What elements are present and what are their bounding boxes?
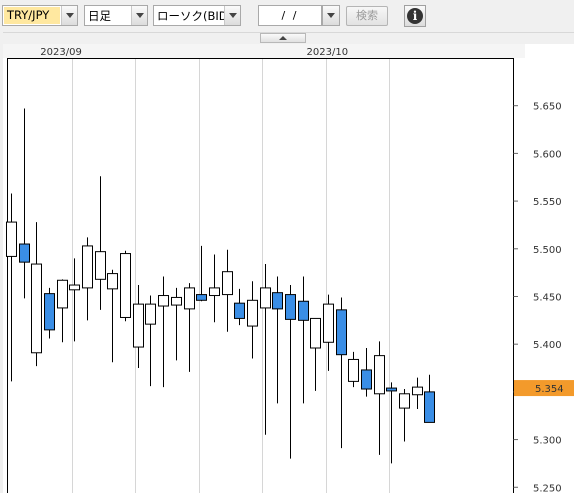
candle-body-up [95,251,106,280]
candle-body-up [412,386,423,396]
candle-body-up [348,358,359,382]
candle-body-up [69,284,80,291]
info-icon: i [407,8,423,24]
candle-body-up [222,271,233,296]
y-tick-label: 5.250 [533,483,562,493]
candle-body-down [336,309,347,356]
candle-body-up [184,287,195,310]
candle-body-up [209,287,220,297]
candle-body-up [31,263,42,354]
candle-body-up [374,355,385,395]
chart-type-value: ローソク(BID) [157,8,224,23]
candle-body-up [107,273,118,290]
candle-body-up [247,299,258,327]
candle-body-down [298,300,309,321]
chevron-down-icon[interactable] [61,6,77,25]
candle-body-up [120,253,131,318]
candle-body-down [234,302,245,319]
candle-body-up [57,279,68,309]
candle-body-up [399,393,410,409]
candle-body-up [133,303,144,348]
collapse-up-button[interactable] [260,33,306,43]
candle-body-up [6,221,17,257]
search-button[interactable]: 検索 [346,6,388,26]
chart-type-select[interactable]: ローソク(BID) [153,5,241,26]
currency-pair-select[interactable]: TRY/JPY [2,5,78,26]
current-price-label: 5.354 [535,384,564,395]
candle-body-up [260,287,271,309]
month-label: 2023/09 [40,47,82,58]
candle-body-up [82,245,93,289]
month-label: 2023/10 [307,47,349,58]
chart-area[interactable]: 2023/09 2023/10 5.650 5.600 5.550 5.500 5.450 5… [3,44,574,493]
candle-body-down [272,292,283,310]
candle-body-down [361,369,372,390]
candle-body-up [145,303,156,325]
candle-body-down [44,293,55,331]
candle-body-down [285,294,296,320]
y-tick-label: 5.300 [533,436,562,447]
date-picker-button[interactable] [322,5,340,26]
y-tick-label: 5.600 [533,149,562,160]
candle-body-down [19,243,30,263]
period-value: 日足 [88,8,111,23]
candle-body-down [196,294,207,301]
y-tick-label: 5.450 [533,292,562,303]
y-tick-label: 5.500 [533,245,562,256]
candle-body-up [158,295,169,307]
period-select[interactable]: 日足 [84,5,148,26]
candle-body-up [171,296,182,306]
y-tick-label: 5.650 [533,102,562,113]
candle-body-up [310,317,321,349]
candle-body-down [424,391,435,423]
currency-pair-value: TRY/JPY [4,7,60,24]
y-tick-label: 5.400 [533,340,562,351]
candlestick-chart[interactable]: 2023/09 2023/10 5.650 5.600 5.550 5.500 5.450 5… [3,44,574,493]
toolbar: TRY/JPY 日足 ローソク(BID) / / 検索 i [0,0,574,32]
y-tick-label: 5.550 [533,197,562,208]
date-input[interactable]: / / [258,5,322,26]
candle-body-down [386,387,397,392]
chevron-down-icon[interactable] [131,6,147,25]
chevron-down-icon[interactable] [224,6,240,25]
candle-body-up [323,303,334,343]
info-button[interactable]: i [404,5,426,27]
